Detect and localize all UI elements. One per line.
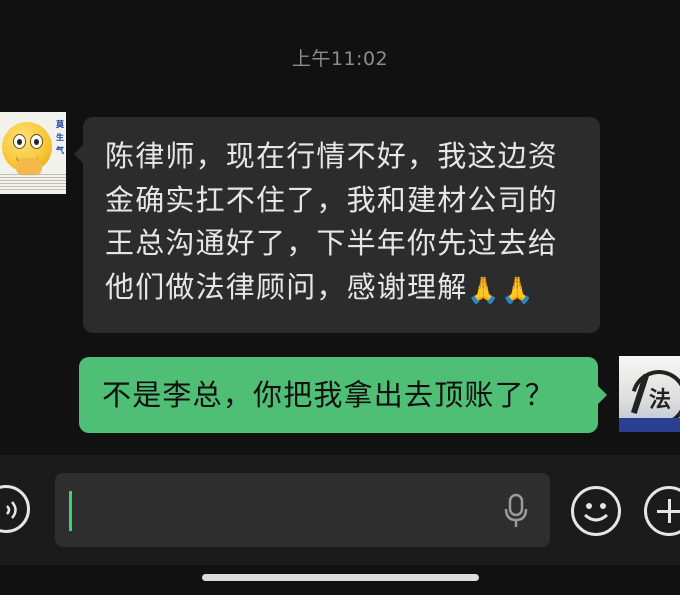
received-message-text: 陈律师，现在行情不好，我这边资 金确实扛不住了，我和建材公司的 王总沟通好了，下半年… bbox=[105, 135, 578, 313]
folded-hands-icon: 🙏 bbox=[500, 275, 535, 306]
avatar-caption: 莫生气 bbox=[56, 120, 64, 155]
voice-icon bbox=[6, 501, 17, 519]
message-input[interactable] bbox=[55, 473, 550, 547]
message-line: 陈律师，现在行情不好，我这边资 bbox=[105, 139, 559, 173]
avatar-caption: 法 bbox=[649, 387, 672, 413]
emoji-button[interactable] bbox=[571, 486, 621, 536]
sent-message-text: 不是李总，你把我拿出去顶账了？ bbox=[102, 378, 556, 412]
sent-message-bubble[interactable]: 不是李总，你把我拿出去顶账了？ bbox=[79, 357, 607, 433]
emoji-icon bbox=[583, 503, 609, 522]
message-line: 他们做法律顾问，感谢理解 bbox=[105, 269, 468, 304]
home-indicator[interactable] bbox=[202, 574, 479, 581]
own-avatar[interactable]: 法 bbox=[619, 356, 680, 432]
folded-hands-icon: 🙏 bbox=[467, 275, 501, 306]
message-line: 金确实扛不住了，我和建材公司的 bbox=[105, 182, 559, 217]
message-line: 王总沟通好了，下半年你先过去给 bbox=[105, 226, 559, 260]
received-message-bubble[interactable]: 陈律师，现在行情不好，我这边资 金确实扛不住了，我和建材公司的 王总沟通好了，下半年… bbox=[74, 117, 600, 333]
message-timestamp: 上午11:02 bbox=[291, 48, 389, 70]
text-cursor bbox=[69, 491, 72, 531]
sender-avatar[interactable]: 莫生气 bbox=[0, 112, 66, 194]
mic-icon[interactable] bbox=[503, 493, 529, 529]
